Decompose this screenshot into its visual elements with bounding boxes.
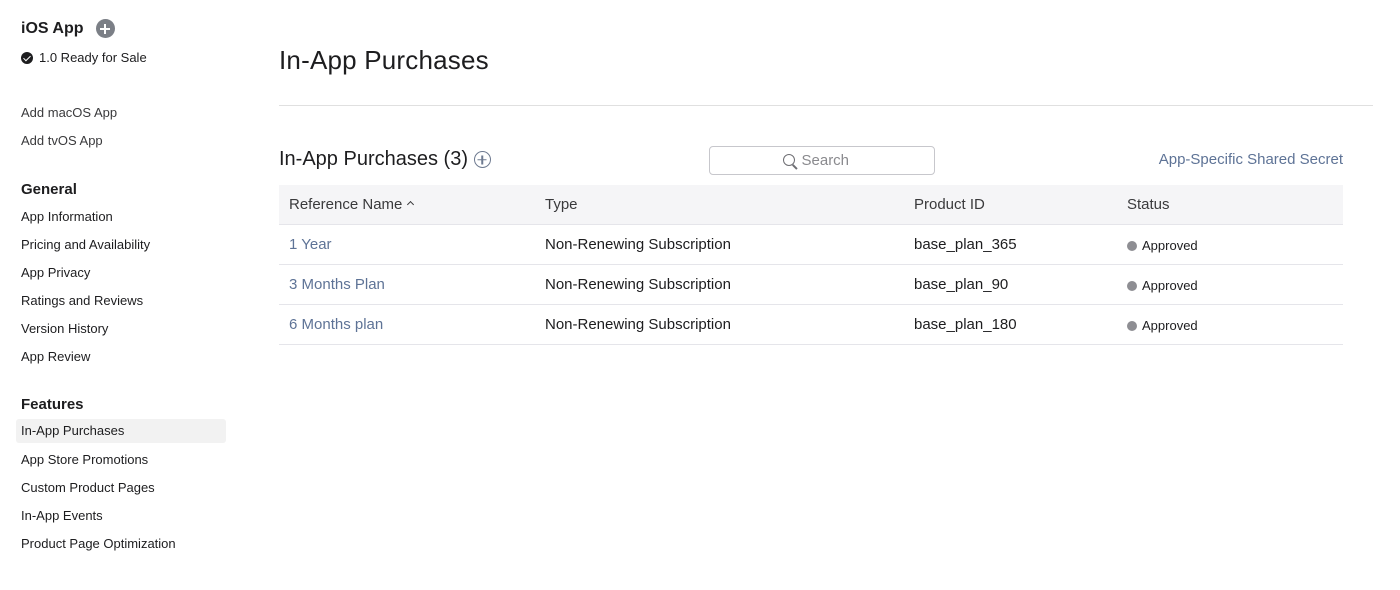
sidebar-item-app-privacy[interactable]: App Privacy [21,265,90,280]
table-header-row: Reference Name Type Product ID Status [279,185,1343,225]
row-product-id: base_plan_180 [914,316,1017,333]
sidebar-item-app-store-promotions[interactable]: App Store Promotions [21,452,148,467]
app-version-status[interactable]: 1.0 Ready for Sale [21,50,147,65]
row-reference-name-link[interactable]: 1 Year [289,236,332,253]
status-dot-icon [1127,280,1137,291]
section-header: In-App Purchases (3) [279,148,491,171]
row-reference-name-link[interactable]: 3 Months Plan [289,276,385,293]
add-tvos-app-link[interactable]: Add tvOS App [21,133,103,148]
chevron-up-icon [407,200,415,209]
row-status: Approved [1127,318,1198,333]
in-app-purchases-table: Reference Name Type Product ID Status 1 … [279,185,1343,345]
title-divider [279,105,1373,106]
column-header-status[interactable]: Status [1127,196,1170,213]
column-header-label: Reference Name [289,196,403,213]
status-dot-icon [1127,320,1137,331]
row-type: Non-Renewing Subscription [545,276,731,293]
table-row: 3 Months Plan Non-Renewing Subscription … [279,265,1343,305]
row-type: Non-Renewing Subscription [545,236,731,253]
sidebar-heading-general: General [21,181,77,198]
sidebar-item-in-app-events[interactable]: In-App Events [21,508,103,523]
status-label: Approved [1142,238,1198,253]
status-label: Approved [1142,278,1198,293]
row-product-id: base_plan_365 [914,236,1017,253]
sidebar: iOS App 1.0 Ready for Sale Add macOS App… [0,0,240,590]
row-status: Approved [1127,238,1198,253]
column-header-reference-name[interactable]: Reference Name [289,196,415,213]
row-status: Approved [1127,278,1198,293]
status-dot-icon [1127,240,1137,251]
add-in-app-purchase-icon[interactable] [473,151,491,168]
search-icon [782,153,795,166]
app-specific-shared-secret-link[interactable]: App-Specific Shared Secret [1149,151,1343,168]
app-title: iOS App [21,19,84,37]
sidebar-item-version-history[interactable]: Version History [21,321,108,336]
row-product-id: base_plan_90 [914,276,1009,293]
sidebar-heading-features: Features [21,396,84,413]
sidebar-item-pricing-availability[interactable]: Pricing and Availability [21,237,150,252]
sidebar-item-ratings-reviews[interactable]: Ratings and Reviews [21,293,143,308]
sidebar-item-app-information[interactable]: App Information [21,209,113,224]
page-title: In-App Purchases [279,45,489,75]
row-reference-name-link[interactable]: 6 Months plan [289,316,383,333]
add-macos-app-link[interactable]: Add macOS App [21,105,117,120]
table-row: 6 Months plan Non-Renewing Subscription … [279,305,1343,345]
status-label: Approved [1142,318,1198,333]
app-header: iOS App [21,19,115,38]
sidebar-item-in-app-purchases[interactable]: In-App Purchases [16,419,226,443]
column-header-type[interactable]: Type [545,196,578,213]
sidebar-item-app-review[interactable]: App Review [21,349,90,364]
search-field[interactable] [709,146,935,175]
add-platform-icon[interactable] [95,19,115,38]
sidebar-item-custom-product-pages[interactable]: Custom Product Pages [21,480,155,495]
row-type: Non-Renewing Subscription [545,316,731,333]
version-status-label: 1.0 Ready for Sale [39,50,147,65]
table-row: 1 Year Non-Renewing Subscription base_pl… [279,225,1343,265]
search-input[interactable] [801,152,862,169]
section-title: In-App Purchases (3) [279,148,468,170]
checkmark-circle-icon [21,51,33,64]
column-header-product-id[interactable]: Product ID [914,196,985,213]
sidebar-item-product-page-optimization[interactable]: Product Page Optimization [21,536,176,551]
